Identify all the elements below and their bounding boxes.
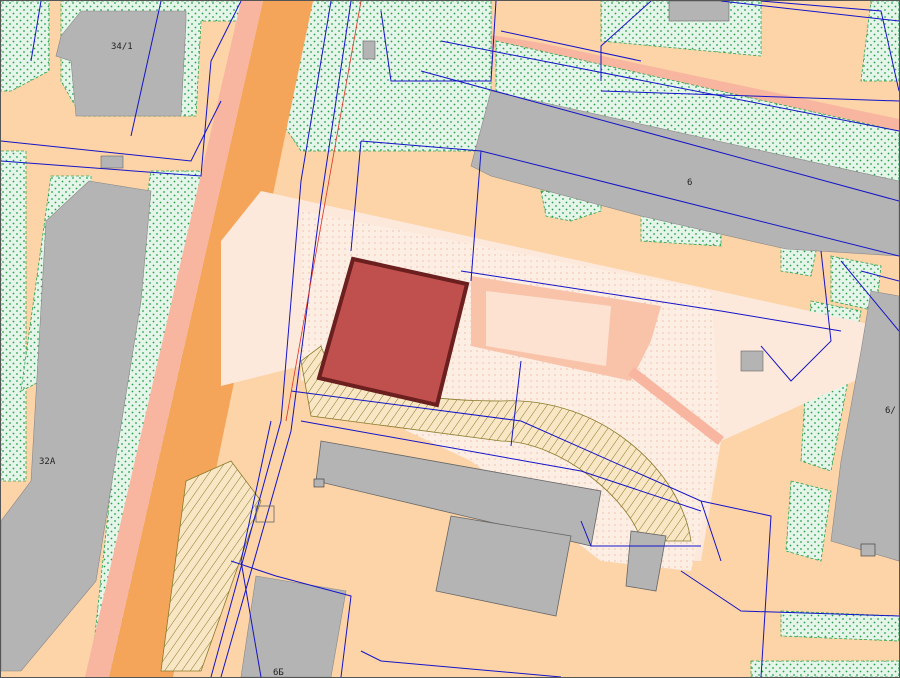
label-32a: 32A	[39, 457, 56, 467]
label-6: 6	[687, 178, 692, 188]
map-canvas[interactable]: 34/1 6 32A 6/ 6Б	[1, 1, 899, 677]
building-bottom	[240, 575, 347, 677]
building-34-1	[55, 10, 187, 117]
map-view[interactable]: 34/1 6 32A 6/ 6Б	[0, 0, 900, 678]
utility-box	[313, 478, 325, 488]
label-bottom: 6Б	[273, 668, 284, 677]
label-6-right: 6/	[885, 406, 896, 416]
utility-box-east	[860, 543, 876, 557]
label-34-1: 34/1	[111, 42, 133, 52]
